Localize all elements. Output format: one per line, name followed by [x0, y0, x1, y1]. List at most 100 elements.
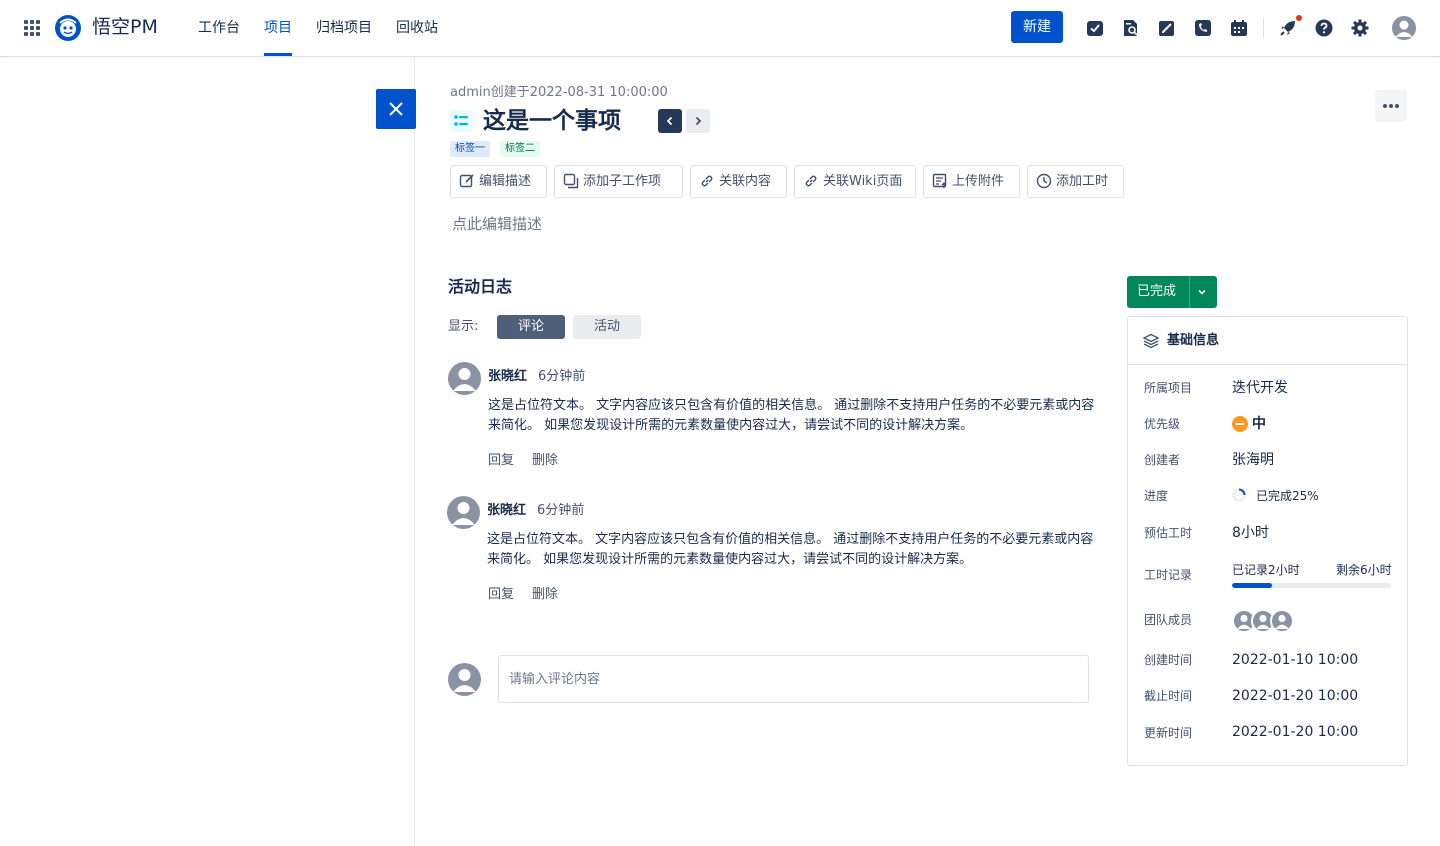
- reply-button[interactable]: 回复: [488, 586, 514, 604]
- previous-issue-button[interactable]: [658, 109, 682, 133]
- project-value[interactable]: 迭代开发: [1232, 378, 1288, 398]
- worklog-logged: 已记录2小时: [1232, 563, 1300, 577]
- commenter-avatar-icon[interactable]: [448, 362, 481, 395]
- active-nav-indicator: [264, 53, 292, 56]
- more-actions-button[interactable]: [1375, 90, 1407, 122]
- worklog-remaining: 剩余6小时: [1336, 563, 1392, 577]
- issue-title[interactable]: 这是一个事项: [483, 106, 621, 136]
- phone-icon[interactable]: [1194, 19, 1212, 37]
- task-check-icon[interactable]: [1086, 19, 1104, 37]
- link-content-button[interactable]: 关联内容: [690, 165, 787, 198]
- nav-item-archived-projects[interactable]: 归档项目: [316, 18, 372, 38]
- add-worklog-button[interactable]: 添加工时: [1027, 165, 1124, 198]
- chevron-right-icon: [695, 116, 702, 126]
- brand-name: 悟空PM: [92, 16, 158, 38]
- edit-icon: [459, 174, 474, 188]
- deadline-label: 截止时间: [1144, 689, 1193, 703]
- add-subtask-button[interactable]: 添加子工作项: [554, 165, 683, 198]
- nav-item-workbench[interactable]: 工作台: [198, 18, 240, 38]
- commenter-avatar-icon[interactable]: [447, 496, 480, 529]
- created-time-value: 2022-01-10 10:00: [1232, 652, 1359, 668]
- subtask-icon: [563, 173, 579, 189]
- document-search-icon[interactable]: [1122, 19, 1140, 37]
- delete-button[interactable]: 删除: [532, 452, 558, 470]
- estimate-value[interactable]: 8小时: [1232, 523, 1269, 543]
- team-label: 团队成员: [1144, 613, 1193, 627]
- user-avatar-icon[interactable]: [1392, 16, 1416, 40]
- issue-type-list-icon: [450, 110, 472, 132]
- status-label: 已完成: [1137, 284, 1177, 299]
- link-icon: [701, 175, 713, 187]
- upload-attachment-button[interactable]: 上传附件: [923, 165, 1020, 198]
- created-time-label: 创建时间: [1144, 653, 1193, 667]
- creator-value: 张海明: [1232, 452, 1274, 468]
- notification-rocket-icon[interactable]: [1279, 19, 1297, 37]
- add-subtask-label: 添加子工作项: [583, 174, 662, 189]
- comment-author[interactable]: 张晓红: [487, 502, 526, 520]
- basic-info-header: 基础信息: [1128, 317, 1407, 365]
- filter-comments-button[interactable]: 评论: [497, 315, 565, 339]
- link-wiki-button[interactable]: 关联Wiki页面: [794, 165, 916, 198]
- add-worklog-label: 添加工时: [1056, 174, 1109, 189]
- comment-time: 6分钟前: [538, 369, 586, 384]
- calendar-icon[interactable]: [1230, 19, 1248, 37]
- comment-body: 这是占位符文本。 文字内容应该只包含有价值的相关信息。 通过删除不支持用户任务的…: [487, 532, 1094, 567]
- new-button[interactable]: 新建: [1011, 11, 1063, 43]
- comment-body: 这是占位符文本。 文字内容应该只包含有价值的相关信息。 通过删除不支持用户任务的…: [488, 398, 1095, 433]
- link-icon: [805, 175, 817, 187]
- notebook-edit-icon[interactable]: [1158, 19, 1176, 37]
- app-switcher-icon[interactable]: [24, 20, 40, 36]
- updated-time-label: 更新时间: [1144, 726, 1193, 740]
- comment-input[interactable]: [498, 655, 1089, 703]
- filter-label: 显示:: [448, 319, 479, 334]
- edit-description-label: 编辑描述: [479, 174, 532, 189]
- close-icon: [389, 102, 403, 116]
- filter-activity-button[interactable]: 活动: [573, 315, 641, 339]
- priority-medium-icon: [1232, 416, 1248, 432]
- team-members[interactable]: [1232, 609, 1312, 633]
- layers-icon: [1143, 333, 1159, 349]
- updated-time-value: 2022-01-20 10:00: [1232, 724, 1359, 740]
- priority-value[interactable]: 中: [1252, 414, 1266, 434]
- link-content-label: 关联内容: [719, 174, 772, 189]
- worklog-progress-fill: [1232, 583, 1272, 588]
- notification-badge: [1296, 15, 1302, 21]
- link-wiki-label: 关联Wiki页面: [823, 174, 903, 189]
- description-placeholder[interactable]: 点此编辑描述: [452, 214, 542, 234]
- attachment-icon: [932, 173, 947, 188]
- tag-1[interactable]: 标签一: [450, 141, 490, 157]
- project-label: 所属项目: [1144, 381, 1193, 395]
- basic-info-card: 基础信息 所属项目 迭代开发 优先级 中 创建者 张海明 进度 已完成25% 预…: [1127, 316, 1408, 766]
- chevron-left-icon: [666, 116, 673, 126]
- edit-description-button[interactable]: 编辑描述: [450, 165, 547, 198]
- delete-button[interactable]: 删除: [532, 586, 558, 604]
- chevron-down-icon: [1198, 289, 1206, 295]
- help-icon[interactable]: [1315, 19, 1333, 37]
- activity-log-title: 活动日志: [448, 277, 513, 296]
- basic-info-title: 基础信息: [1167, 333, 1220, 348]
- current-user-avatar-icon: [448, 663, 481, 696]
- progress-label: 进度: [1144, 489, 1169, 503]
- status-dropdown-button[interactable]: 已完成: [1127, 276, 1217, 308]
- more-horizontal-icon: [1383, 104, 1399, 108]
- issue-meta: admin创建于2022-08-31 10:00:00: [450, 85, 668, 100]
- tag-2[interactable]: 标签二: [500, 141, 540, 157]
- close-button[interactable]: [376, 89, 416, 129]
- nav-item-recycle-bin[interactable]: 回收站: [396, 18, 438, 38]
- reply-button[interactable]: 回复: [488, 452, 514, 470]
- deadline-value[interactable]: 2022-01-20 10:00: [1232, 686, 1358, 706]
- comment-time: 6分钟前: [537, 503, 585, 518]
- toolbar-divider: [1263, 18, 1264, 38]
- comment-author[interactable]: 张晓红: [488, 368, 527, 386]
- top-navigation: 悟空PM 工作台 项目 归档项目 回收站 新建: [0, 0, 1440, 57]
- settings-gear-icon[interactable]: [1351, 19, 1369, 37]
- creator-label: 创建者: [1144, 453, 1181, 467]
- nav-item-projects[interactable]: 项目: [264, 18, 292, 38]
- next-issue-button[interactable]: [686, 109, 710, 133]
- logo-icon[interactable]: [55, 15, 81, 41]
- team-member-avatar-icon[interactable]: [1270, 609, 1294, 633]
- panel-divider: [414, 57, 415, 846]
- status-divider: [1189, 276, 1190, 308]
- progress-value: 已完成25%: [1256, 489, 1319, 503]
- progress-ring-icon: [1232, 488, 1246, 502]
